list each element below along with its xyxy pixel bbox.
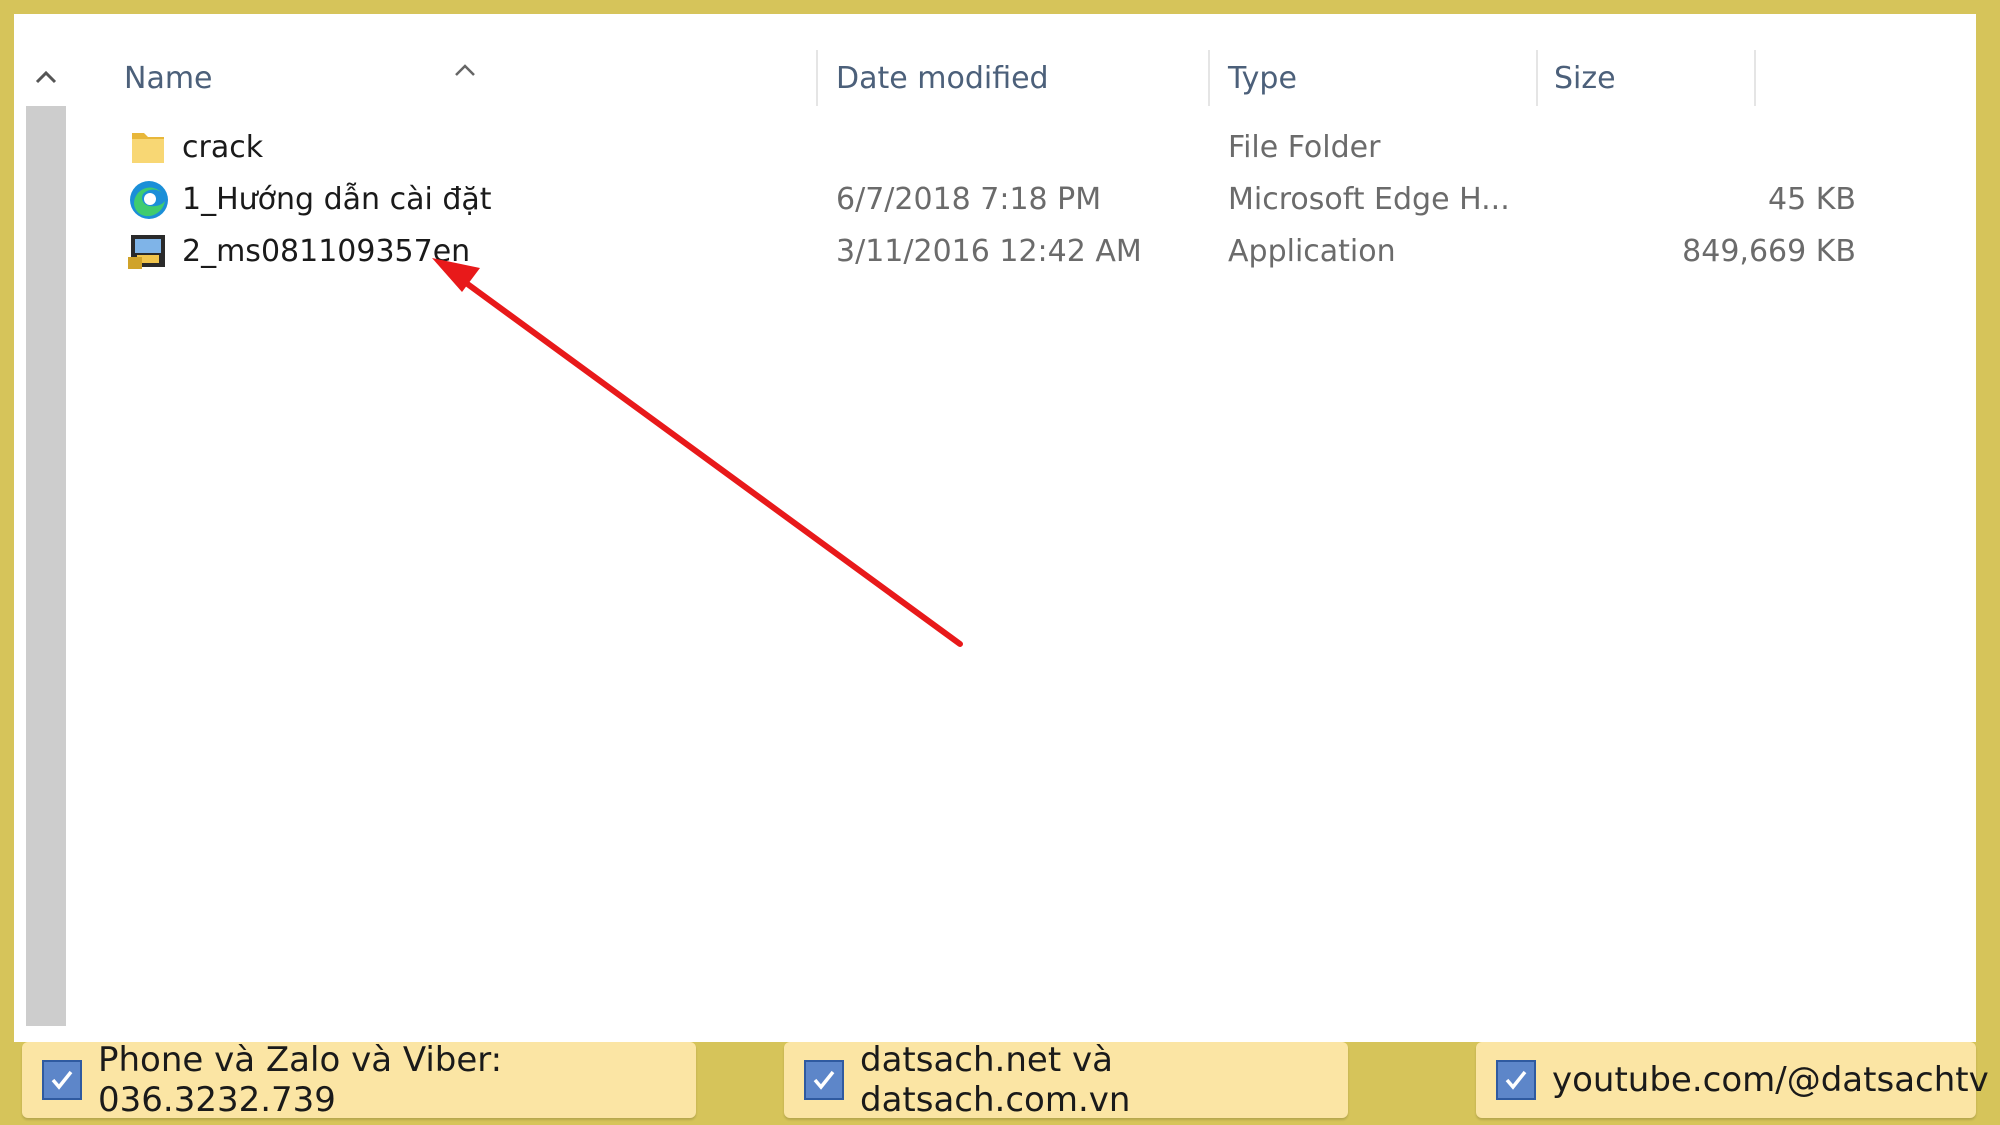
file-row-ms081109357en[interactable]: 2_ms081109357en 3/11/2016 12:42 AM Appli… (120, 226, 1856, 276)
application-icon (128, 231, 168, 271)
file-name: crack (182, 129, 264, 165)
file-date: 3/11/2016 12:42 AM (836, 233, 1142, 269)
footer-youtube-banner: youtube.com/@datsachtv (1476, 1042, 1989, 1118)
file-size: 849,669 KB (1682, 233, 1856, 269)
file-type: File Folder (1228, 129, 1381, 165)
checkbox-checked-icon (804, 1060, 844, 1100)
file-date (836, 122, 1196, 172)
scrollbar-thumb[interactable] (26, 106, 66, 1026)
folder-icon (128, 127, 168, 167)
footer-websites-text: datsach.net và datsach.com.vn (860, 1040, 1131, 1120)
file-type: Application (1228, 233, 1396, 269)
file-size (1540, 122, 1856, 172)
file-type: Microsoft Edge H... (1228, 181, 1510, 217)
footer-phone-text: Phone và Zalo và Viber: 036.3232.739 (98, 1040, 503, 1120)
file-row-crack[interactable]: crack File Folder (120, 122, 1760, 172)
vertical-scrollbar[interactable] (26, 50, 66, 1030)
column-header-size[interactable]: Size (1554, 50, 1754, 106)
column-divider[interactable] (816, 50, 818, 106)
column-header-type[interactable]: Type (1228, 50, 1528, 106)
column-divider[interactable] (1208, 50, 1210, 106)
footer-phone-banner: Phone và Zalo và Viber: 036.3232.739 (22, 1040, 696, 1120)
checkbox-checked-icon (1496, 1060, 1536, 1100)
file-date: 6/7/2018 7:18 PM (836, 181, 1102, 217)
edge-html-icon (128, 179, 168, 219)
file-name: 1_Hướng dẫn cài đặt (182, 181, 492, 217)
column-header-name[interactable]: Name (124, 50, 814, 106)
file-row-huong-dan[interactable]: 1_Hướng dẫn cài đặt 6/7/2018 7:18 PM Mic… (120, 174, 1856, 224)
file-name: 2_ms081109357en (182, 233, 471, 269)
file-size: 45 KB (1768, 181, 1856, 217)
footer-websites-banner: datsach.net và datsach.com.vn (784, 1040, 1348, 1120)
column-header-row: Name Date modified Type Size (0, 50, 2000, 106)
column-divider[interactable] (1536, 50, 1538, 106)
column-divider[interactable] (1754, 50, 1756, 106)
checkbox-checked-icon (42, 1060, 82, 1100)
footer-youtube-text: youtube.com/@datsachtv (1552, 1060, 1989, 1100)
column-header-date-modified[interactable]: Date modified (836, 50, 1206, 106)
